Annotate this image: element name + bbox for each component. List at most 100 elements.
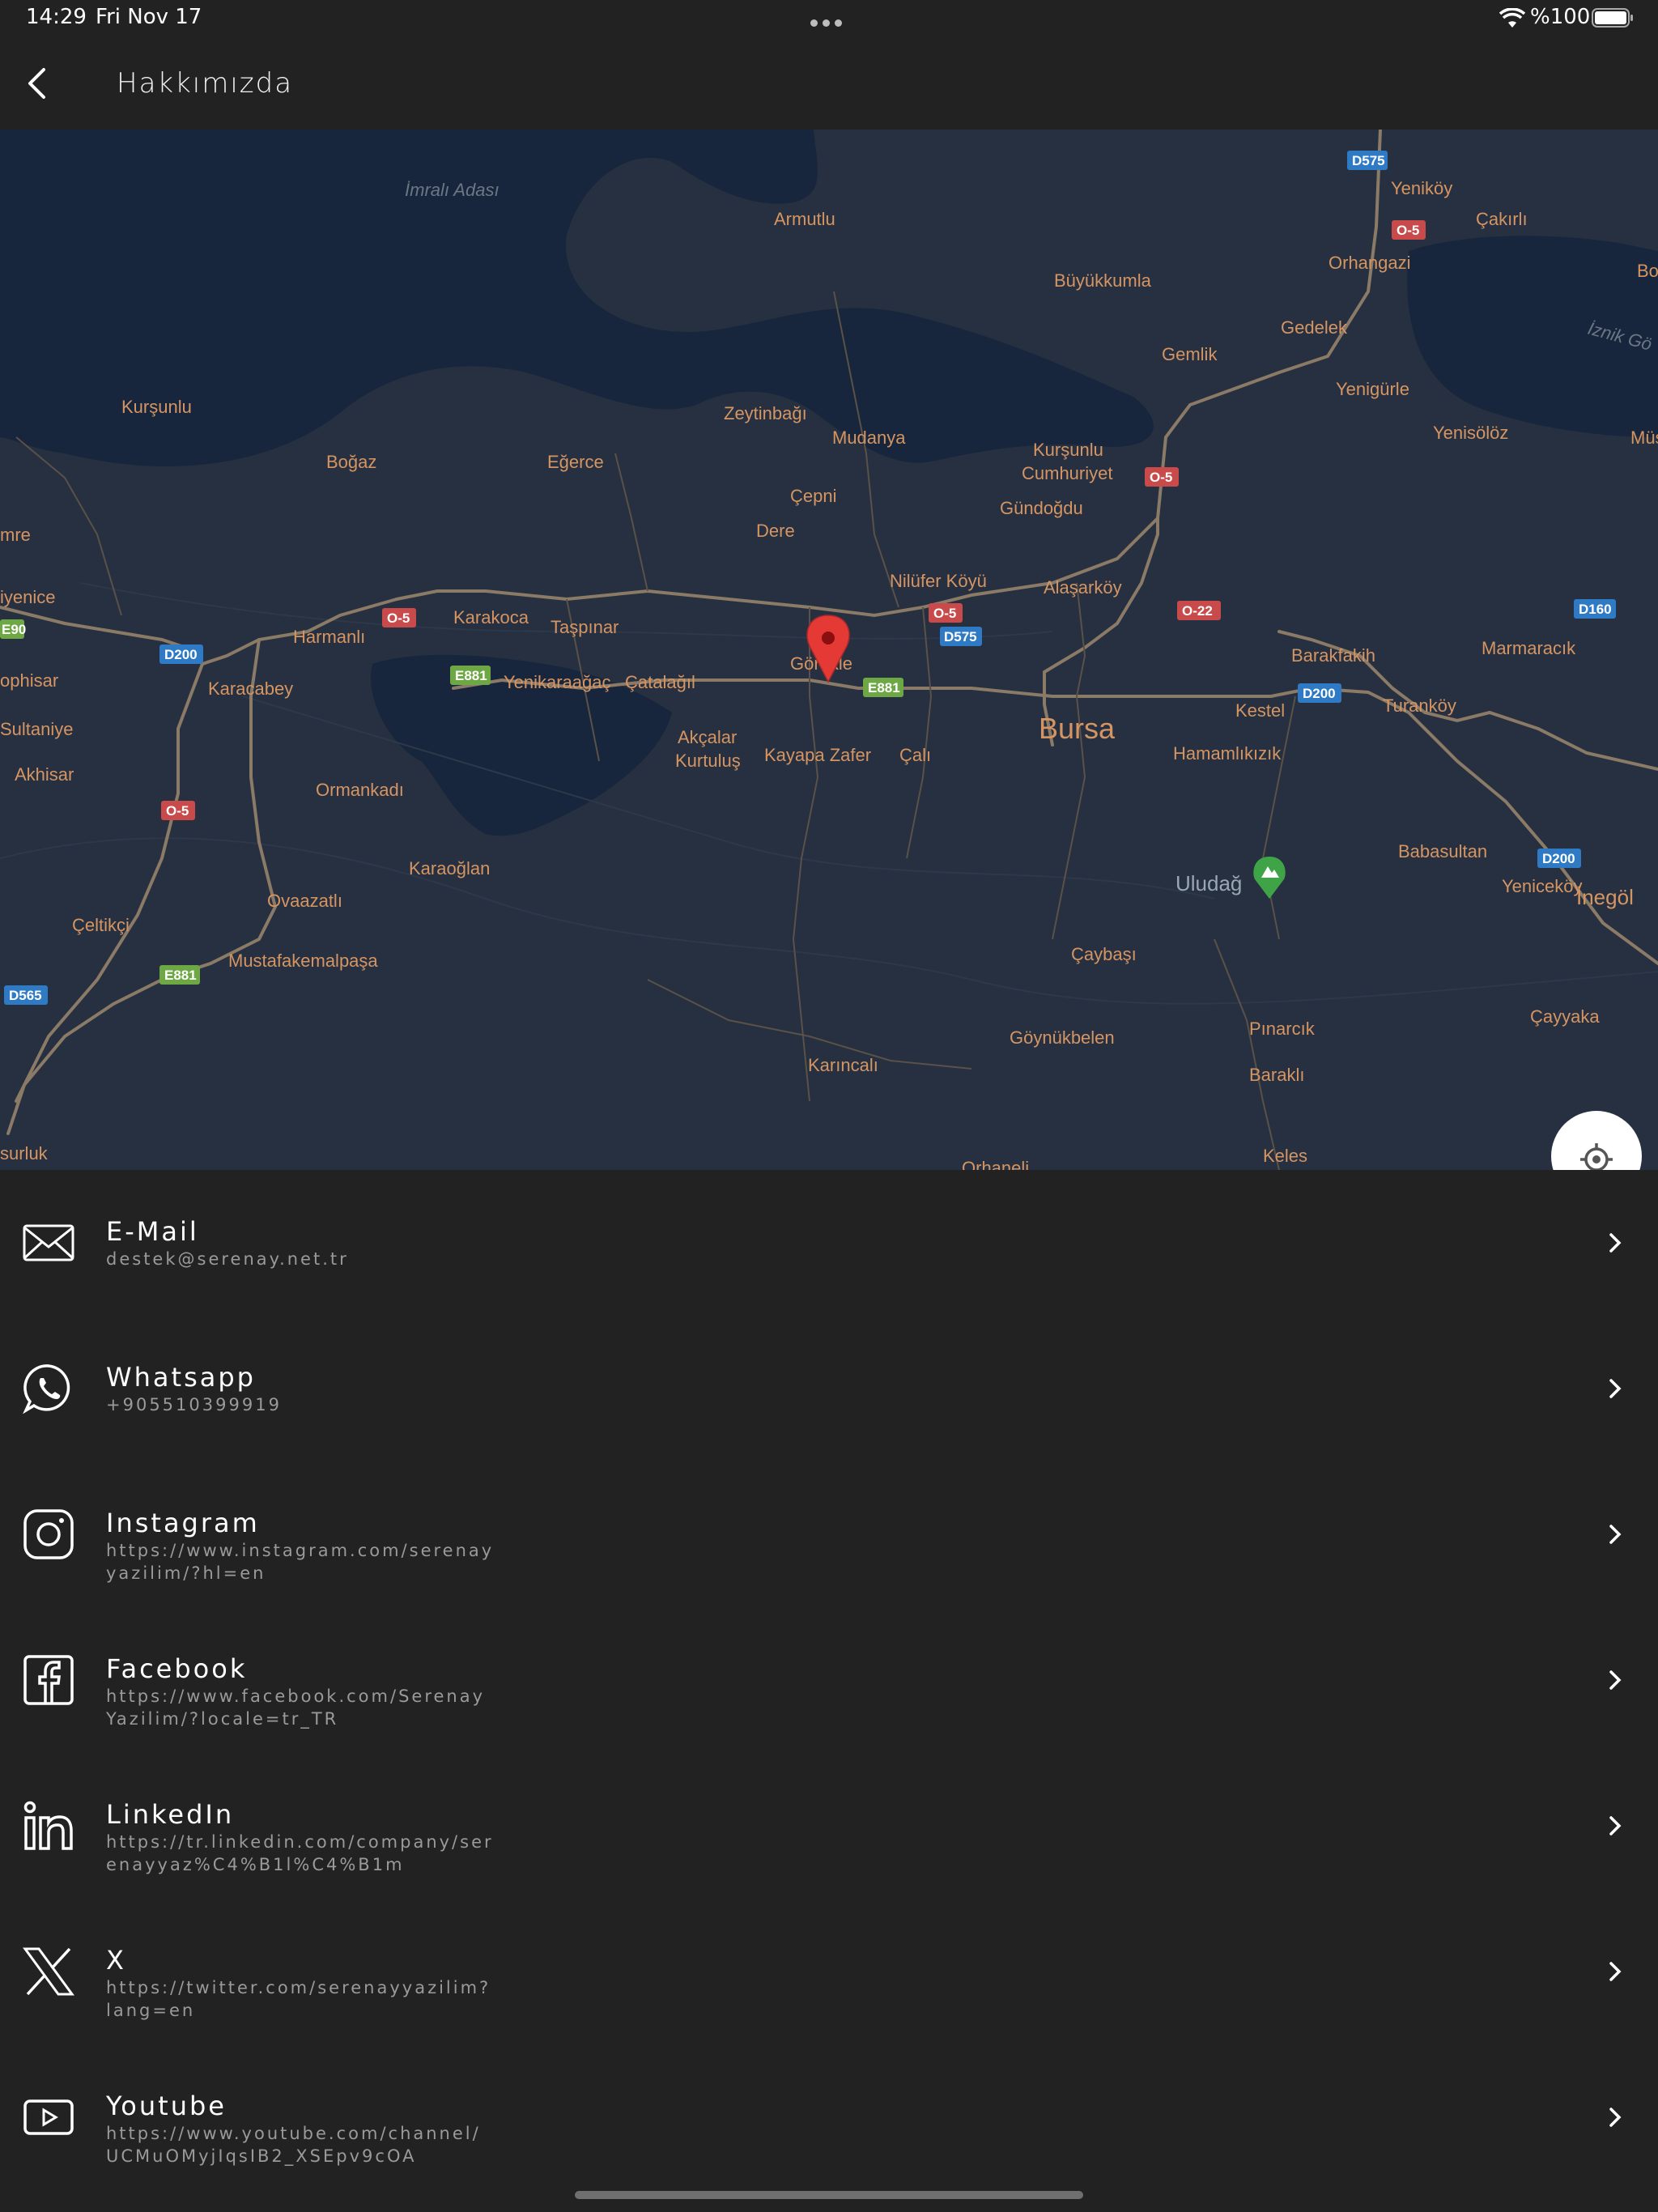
chevron-left-icon	[28, 68, 45, 99]
linkedin-icon	[21, 1798, 76, 1853]
chevron-right-icon	[1603, 1518, 1627, 1551]
contact-label: X	[106, 1945, 126, 1976]
road-shield: D575	[1352, 153, 1385, 168]
map-label: Müşk	[1630, 428, 1658, 448]
status-date: Fri Nov 17	[96, 5, 202, 29]
map-label: Pınarcık	[1249, 1019, 1316, 1039]
map-label: Taşpınar	[551, 617, 619, 637]
map-label: Çakırlı	[1476, 209, 1528, 229]
road-shield: O-5	[933, 606, 956, 621]
map-label: Yenigürle	[1336, 379, 1409, 399]
contact-value: +905510399919	[106, 1395, 282, 1414]
map-label: Çayyaka	[1530, 1006, 1600, 1027]
contact-row-email[interactable]: E-Mail destek@serenay.net.tr	[0, 1170, 1658, 1316]
map-city-label: Bursa	[1039, 712, 1116, 745]
contact-value: https://www.instagram.com/serenayyazilim…	[106, 1541, 495, 1583]
map-label: Orhangazi	[1329, 253, 1411, 273]
map-label-imrali: İmralı Adası	[405, 180, 500, 200]
contact-row-linkedin[interactable]: LinkedIn https://tr.linkedin.com/company…	[0, 1753, 1658, 1899]
back-button[interactable]	[16, 63, 57, 104]
map-label: Yeniceköy	[1502, 876, 1582, 896]
map-label: Kurşunlu	[1033, 440, 1103, 460]
road-shield: O-22	[1182, 603, 1213, 619]
battery-icon	[1592, 8, 1633, 28]
x-icon	[21, 1944, 76, 1999]
contact-row-instagram[interactable]: Instagram https://www.instagram.com/sere…	[0, 1461, 1658, 1607]
instagram-icon	[21, 1507, 76, 1562]
battery-percent: %100	[1530, 5, 1591, 29]
map-label: Karakoca	[453, 607, 529, 627]
map-label: mre	[0, 525, 31, 545]
map-label: Boz	[1637, 261, 1658, 281]
envelope-icon	[21, 1215, 76, 1270]
page-title: Hakkımızda	[117, 67, 294, 100]
contact-value: https://www.youtube.com/channel/UCMuOMyj…	[106, 2124, 481, 2166]
map-label: Sultaniye	[0, 719, 74, 739]
contact-value: https://twitter.com/serenayyazilim?lang=…	[106, 1978, 491, 2020]
map-label: Karıncalı	[808, 1055, 878, 1075]
map-label: Turanköy	[1383, 696, 1456, 716]
map-label: Çepni	[790, 486, 836, 506]
map-label: Orhaneli	[962, 1158, 1029, 1170]
map-canvas: İmralı Adası İznik Gö Armutlu Yeniköy Ça…	[0, 130, 1658, 1170]
chevron-right-icon	[1603, 1227, 1627, 1259]
contact-value: destek@serenay.net.tr	[106, 1249, 349, 1269]
map-view[interactable]: İmralı Adası İznik Gö Armutlu Yeniköy Ça…	[0, 130, 1658, 1170]
app-bar: Hakkımızda	[0, 39, 1658, 130]
contact-value: https://tr.linkedin.com/company/serenayy…	[106, 1832, 494, 1874]
map-label: Baraklı	[1249, 1065, 1304, 1085]
map-label: Yenikaraağaç	[504, 672, 611, 692]
home-indicator[interactable]	[575, 2191, 1083, 2199]
road-shield: E881	[455, 668, 487, 683]
contact-label: Facebook	[106, 1653, 248, 1684]
map-label: Karacabey	[208, 678, 293, 699]
map-label: Marmaracık	[1482, 638, 1576, 658]
road-shield: E90	[2, 622, 26, 637]
status-time: 14:29	[26, 5, 87, 29]
map-label: Akhisar	[15, 764, 74, 785]
map-label: Akçalar	[678, 727, 737, 747]
map-label: İnegöl	[1576, 885, 1634, 909]
road-shield: O-5	[1397, 223, 1419, 238]
multitasking-dots-icon[interactable]	[810, 15, 848, 27]
facebook-icon	[21, 1653, 76, 1708]
road-shield: D160	[1579, 602, 1612, 617]
map-label: iyenice	[0, 587, 55, 607]
chevron-right-icon	[1603, 2101, 1627, 2133]
map-label: Kurşunlu	[121, 397, 192, 417]
contact-row-whatsapp[interactable]: Whatsapp +905510399919	[0, 1316, 1658, 1461]
map-label: Büyükkumla	[1054, 270, 1152, 291]
map-label: Dere	[756, 521, 795, 541]
map-label: surluk	[0, 1143, 49, 1163]
contact-row-youtube[interactable]: Youtube https://www.youtube.com/channel/…	[0, 2044, 1658, 2190]
map-label: Barakfakih	[1291, 645, 1375, 666]
map-label: Kestel	[1235, 700, 1285, 721]
contact-value: https://www.facebook.com/SerenayYazilim/…	[106, 1687, 486, 1729]
chevron-right-icon	[1603, 1372, 1627, 1405]
map-label: Ovaazatlı	[267, 891, 342, 911]
map-label: Mudanya	[832, 428, 906, 448]
wifi-icon	[1499, 8, 1525, 28]
map-label: Çatalağıl	[625, 672, 695, 692]
contact-label: LinkedIn	[106, 1799, 235, 1830]
map-label: Çalı	[899, 745, 931, 765]
contact-row-x[interactable]: X https://twitter.com/serenayyazilim?lan…	[0, 1899, 1658, 2044]
map-label: Çaybaşı	[1071, 944, 1137, 964]
map-label: Babasultan	[1398, 841, 1487, 861]
road-shield: O-5	[1150, 470, 1172, 485]
road-shield: O-5	[166, 803, 189, 819]
map-label: Göynükbelen	[1010, 1027, 1115, 1048]
contact-row-facebook[interactable]: Facebook https://www.facebook.com/Serena…	[0, 1607, 1658, 1753]
contact-label: E-Mail	[106, 1216, 199, 1247]
map-label: Ormankadı	[316, 780, 404, 800]
road-shield: D200	[1542, 851, 1575, 866]
map-label: Eğerce	[547, 452, 604, 472]
road-shield: D200	[164, 647, 198, 662]
chevron-right-icon	[1603, 1810, 1627, 1842]
map-label: ophisar	[0, 670, 58, 691]
status-bar: 14:29 Fri Nov 17 %100	[0, 0, 1658, 39]
map-label: Karaoğlan	[409, 858, 490, 878]
contact-label: Instagram	[106, 1508, 260, 1538]
map-label: Zeytinbağı	[724, 403, 807, 423]
map-label: Gündoğdu	[1000, 498, 1083, 518]
